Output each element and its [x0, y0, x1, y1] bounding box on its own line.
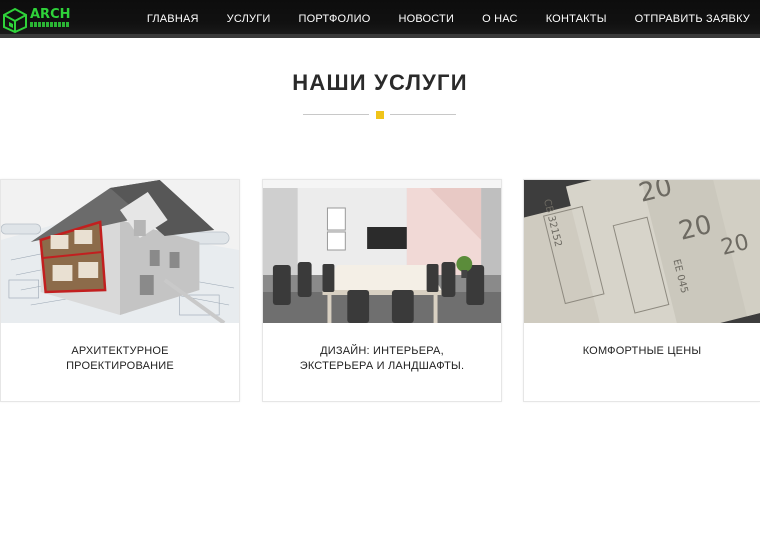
- site-header: ARCH ГЛАВНАЯ УСЛУГИ ПОРТФОЛИО НОВОСТИ О …: [0, 0, 760, 38]
- house-blueprint-image: [1, 180, 239, 323]
- nav-item-news[interactable]: НОВОСТИ: [398, 13, 454, 25]
- service-card-prices[interactable]: CB 32152 20 20 20 EE 045 КОМФОРТНЫЕ ЦЕНЫ: [523, 179, 760, 402]
- logo-text: ARCH: [30, 7, 71, 22]
- service-card-design[interactable]: ДИЗАЙН: ИНТЕРЬЕРА, ЭКСТЕРЬЕРА И ЛАНДШАФТ…: [262, 179, 502, 402]
- nav-item-home[interactable]: ГЛАВНАЯ: [147, 13, 199, 25]
- nav-item-about[interactable]: О НАС: [482, 13, 518, 25]
- service-card-label: ДИЗАЙН: ИНТЕРЬЕРА, ЭКСТЕРЬЕРА И ЛАНДШАФТ…: [299, 345, 465, 372]
- service-card-architecture[interactable]: АРХИТЕКТУРНОЕ ПРОЕКТИРОВАНИЕ: [0, 179, 240, 402]
- title-divider-dot: [376, 111, 384, 119]
- section-title: НАШИ УСЛУГИ: [292, 70, 468, 95]
- site-logo[interactable]: ARCH: [0, 7, 76, 33]
- dollar-bills-image: CB 32152 20 20 20 EE 045: [524, 180, 760, 323]
- nav-item-send-request[interactable]: ОТПРАВИТЬ ЗАЯВКУ: [635, 13, 750, 25]
- logo-subtext: [30, 22, 70, 27]
- main-nav: ГЛАВНАЯ УСЛУГИ ПОРТФОЛИО НОВОСТИ О НАС К…: [147, 0, 750, 38]
- nav-item-contacts[interactable]: КОНТАКТЫ: [546, 13, 607, 25]
- title-divider-left: [303, 114, 369, 115]
- nav-item-portfolio[interactable]: ПОРТФОЛИО: [299, 13, 371, 25]
- interior-meeting-room-image: [263, 180, 501, 323]
- service-card-label: КОМФОРТНЫЕ ЦЕНЫ: [582, 345, 702, 357]
- title-divider-right: [390, 114, 456, 115]
- nav-item-services[interactable]: УСЛУГИ: [227, 13, 271, 25]
- cube-logo-icon: [3, 7, 27, 33]
- service-card-label: АРХИТЕКТУРНОЕ ПРОЕКТИРОВАНИЕ: [66, 345, 174, 372]
